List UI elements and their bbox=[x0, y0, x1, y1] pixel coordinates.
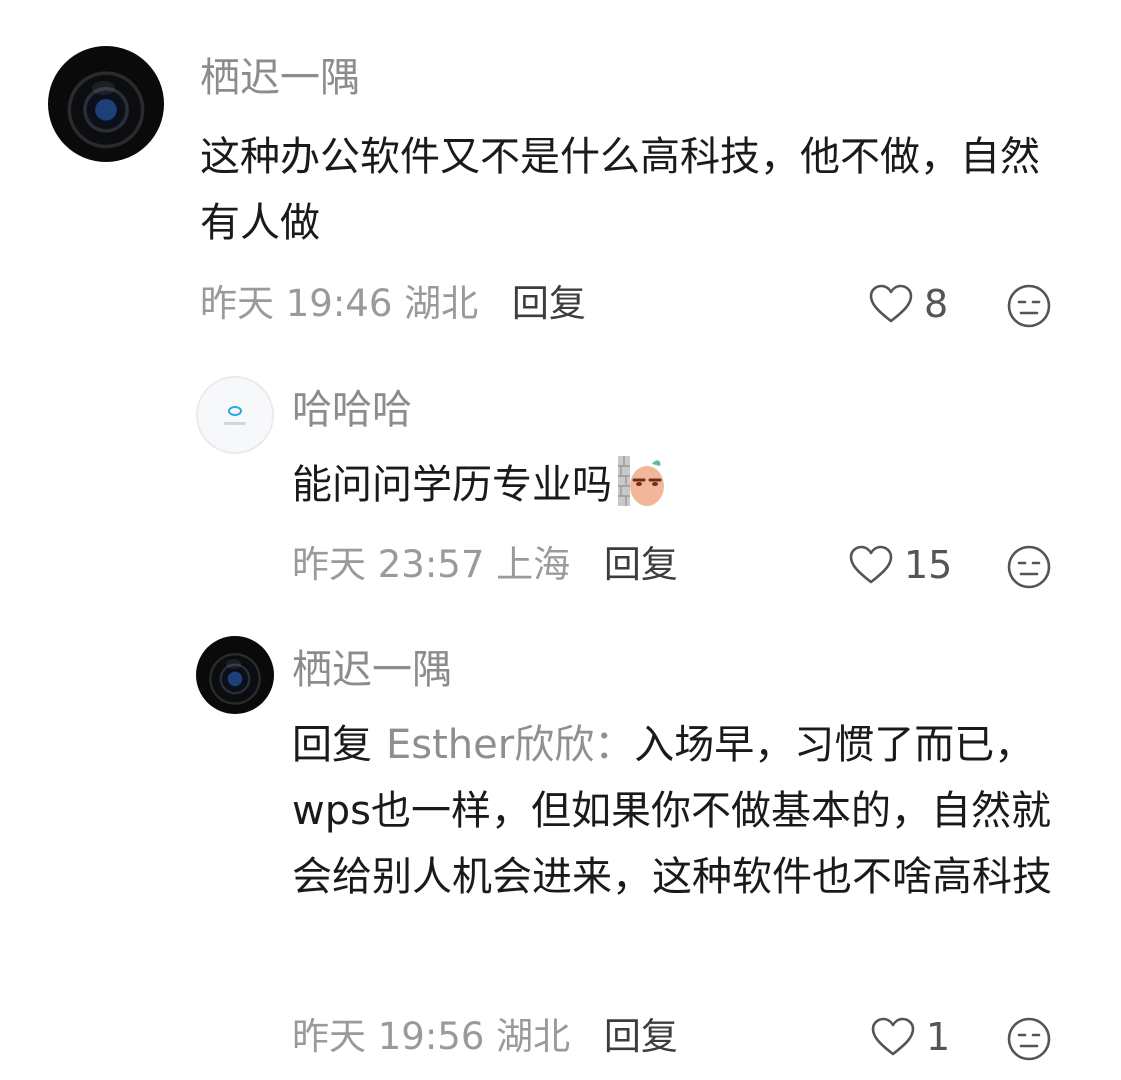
heart-outline-icon bbox=[869, 284, 913, 323]
like-button[interactable]: 15 bbox=[848, 544, 952, 586]
avatar-caption bbox=[224, 422, 246, 426]
comment-username[interactable]: 哈哈哈 bbox=[292, 390, 412, 430]
neutral-face-icon[interactable] bbox=[1006, 1016, 1052, 1062]
heart-outline-icon bbox=[849, 545, 893, 584]
comment-location: 湖北 bbox=[496, 1015, 571, 1058]
comment-text: 这种办公软件又不是什么高科技，他不做，自然有人做 bbox=[200, 134, 1040, 246]
like-count: 1 bbox=[926, 1015, 951, 1059]
avatar[interactable] bbox=[196, 636, 274, 714]
reply-button[interactable]: 回复 bbox=[604, 1015, 678, 1058]
comment-time: 昨天 23:57 bbox=[292, 543, 485, 586]
avatar[interactable] bbox=[48, 46, 164, 162]
comment-meta: 昨天 23:57 上海 回复 bbox=[292, 546, 678, 583]
comment-location: 上海 bbox=[496, 543, 571, 586]
reply-button[interactable]: 回复 bbox=[512, 282, 586, 325]
avatar[interactable] bbox=[196, 376, 274, 454]
comment-text-content: 能问问学历专业吗 bbox=[292, 462, 612, 508]
comment-text: 回复 Esther欣欣：入场早，习惯了而已，wps也一样，但如果你不做基本的，自然… bbox=[292, 712, 1060, 910]
like-button[interactable]: 8 bbox=[868, 283, 948, 325]
comment-meta: 昨天 19:56 湖北 回复 bbox=[292, 1018, 678, 1055]
comment-text: 能问问学历专业吗 bbox=[292, 452, 1052, 518]
reply-prefix: 回复 bbox=[292, 722, 372, 768]
heart-outline-icon bbox=[871, 1017, 915, 1056]
comment-meta: 昨天 19:46 湖北 回复 bbox=[200, 285, 586, 322]
like-button[interactable]: 1 bbox=[870, 1016, 950, 1058]
comment-time: 昨天 19:46 bbox=[200, 282, 393, 325]
comment-time: 昨天 19:56 bbox=[292, 1015, 485, 1058]
app-logo-icon bbox=[228, 405, 242, 416]
like-count: 8 bbox=[924, 282, 949, 326]
reply-button[interactable]: 回复 bbox=[604, 543, 678, 586]
neutral-face-icon[interactable] bbox=[1006, 283, 1052, 329]
peeking-peanut-sticker bbox=[618, 456, 664, 506]
mention-user[interactable]: Esther欣欣： bbox=[386, 722, 634, 768]
like-count: 15 bbox=[904, 543, 953, 587]
comment-username[interactable]: 栖迟一隅 bbox=[292, 650, 452, 690]
comment-username[interactable]: 栖迟一隅 bbox=[200, 58, 360, 98]
comment-location: 湖北 bbox=[404, 282, 479, 325]
neutral-face-icon[interactable] bbox=[1006, 544, 1052, 590]
